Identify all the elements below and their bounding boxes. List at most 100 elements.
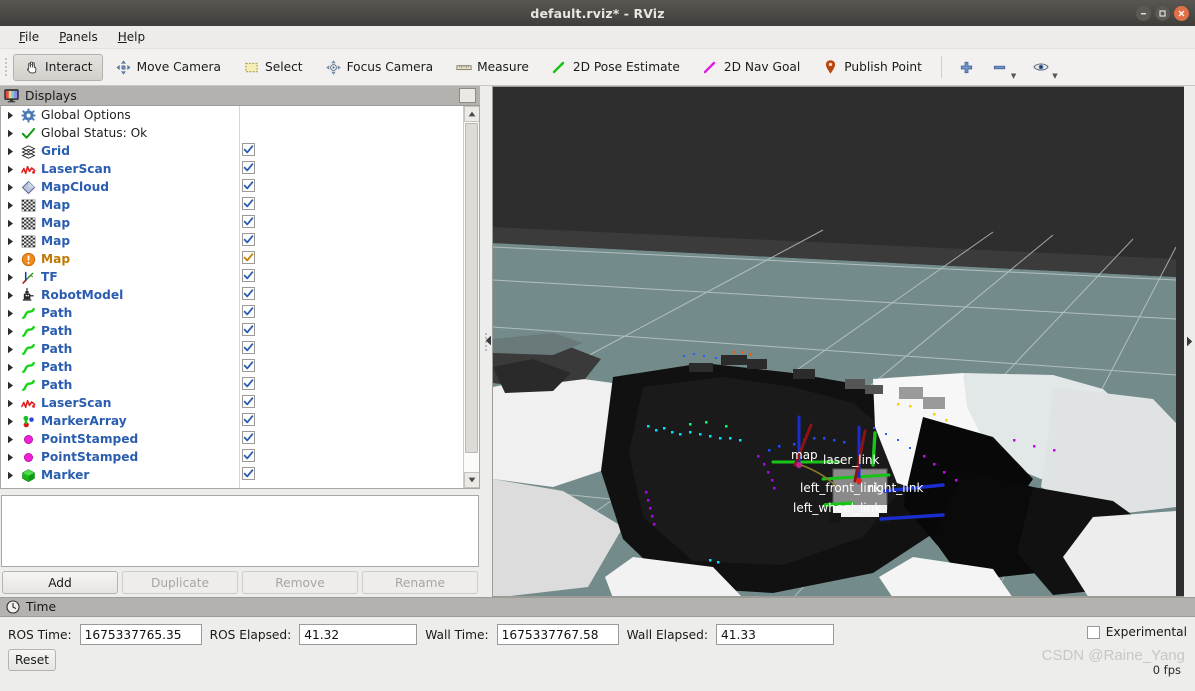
tool-select[interactable]: Select [233,54,313,81]
checkbox-box[interactable] [242,467,255,480]
expand-arrow-icon[interactable] [1,309,19,318]
ros-elapsed-input[interactable]: 41.32 [299,624,418,645]
checkbox-box[interactable] [242,269,255,282]
expand-arrow-icon[interactable] [1,129,19,138]
display-item-grid[interactable]: Grid [1,142,463,160]
checkbox-box[interactable] [242,413,255,426]
expand-arrow-icon[interactable] [1,345,19,354]
expand-arrow-icon[interactable] [1,273,19,282]
display-item-map[interactable]: Map [1,214,463,232]
display-item-checkbox[interactable] [242,215,258,231]
expand-arrow-icon[interactable] [1,183,19,192]
display-item-path[interactable]: Path [1,340,463,358]
display-item-checkbox[interactable] [242,323,258,339]
display-item-checkbox[interactable] [242,251,258,267]
expand-arrow-icon[interactable] [1,453,19,462]
float-panel-button[interactable] [459,88,476,103]
minimize-button[interactable] [1136,5,1151,21]
wall-time-input[interactable]: 1675337767.58 [496,624,619,645]
displays-tree[interactable]: Global Options Global Status: Ok Grid Laser… [1,106,463,488]
expand-arrow-icon[interactable] [1,363,19,372]
display-item-robotmodel[interactable]: RobotModel [1,286,463,304]
display-item-path[interactable]: Path [1,322,463,340]
dock-splitter[interactable] [480,86,492,597]
display-item-global-options[interactable]: Global Options [1,106,463,124]
scrollbar-track[interactable] [463,122,479,472]
display-item-checkbox[interactable] [242,287,258,303]
display-item-path[interactable]: Path [1,304,463,322]
display-item-checkbox[interactable] [242,467,258,483]
display-item-mapcloud[interactable]: MapCloud [1,178,463,196]
checkbox-box[interactable] [242,359,255,372]
display-item-map[interactable]: Map [1,196,463,214]
checkbox-box[interactable] [242,431,255,444]
tool-move-camera[interactable]: Move Camera [105,54,231,81]
tool-2d-pose-estimate[interactable]: 2D Pose Estimate [541,54,690,81]
display-item-checkbox[interactable] [242,449,258,465]
display-item-pointstamped[interactable]: PointStamped [1,448,463,466]
scrollbar-thumb[interactable] [464,123,478,453]
display-item-laserscan[interactable]: LaserScan [1,160,463,178]
property-editor-area[interactable] [1,495,479,567]
ros-time-input[interactable]: 1675337765.35 [79,624,202,645]
display-item-checkbox[interactable] [242,395,258,411]
expand-arrow-icon[interactable] [1,219,19,228]
display-item-global-status-ok[interactable]: Global Status: Ok [1,124,463,142]
expand-arrow-icon[interactable] [1,147,19,156]
add-button[interactable]: Add [2,571,118,594]
tool-measure[interactable]: Measure [445,54,539,81]
tool-views-visibility[interactable]: ▼ [1025,54,1064,81]
checkbox-box[interactable] [242,341,255,354]
tool-remove-view[interactable]: ▼ [984,54,1023,81]
checkbox-box[interactable] [242,287,255,300]
expand-arrow-icon[interactable] [1,327,19,336]
display-item-checkbox[interactable] [242,305,258,321]
display-item-checkbox[interactable] [242,161,258,177]
chevron-down-icon[interactable]: ▼ [1011,72,1016,80]
expand-arrow-icon[interactable] [1,417,19,426]
display-item-tf[interactable]: TF [1,268,463,286]
expand-arrow-icon[interactable] [1,399,19,408]
display-item-checkbox[interactable] [242,269,258,285]
display-item-checkbox[interactable] [242,179,258,195]
expand-arrow-icon[interactable] [1,255,19,264]
display-item-checkbox[interactable] [242,377,258,393]
right-dock-expander[interactable] [1184,86,1195,597]
toolbar-grip[interactable] [2,54,9,80]
display-item-laserscan[interactable]: LaserScan [1,394,463,412]
expand-arrow-icon[interactable] [1,435,19,444]
display-item-checkbox[interactable] [242,359,258,375]
checkbox-box[interactable] [242,377,255,390]
checkbox-box[interactable] [242,323,255,336]
maximize-button[interactable] [1155,5,1170,21]
wall-elapsed-input[interactable]: 41.33 [715,624,834,645]
experimental-toggle[interactable]: Experimental [1086,625,1187,639]
display-item-markerarray[interactable]: MarkerArray [1,412,463,430]
display-item-checkbox[interactable] [242,197,258,213]
checkbox-box[interactable] [242,179,255,192]
tool-publish-point[interactable]: Publish Point [812,54,932,81]
checkbox-box[interactable] [242,215,255,228]
expand-arrow-icon[interactable] [1,237,19,246]
checkbox-box[interactable] [242,197,255,210]
checkbox-box[interactable] [242,449,255,462]
display-item-checkbox[interactable] [242,143,258,159]
expand-arrow-icon[interactable] [1,201,19,210]
3d-render-view[interactable]: map laser_link left_front_link left_wheel_l… [492,86,1184,597]
scroll-down-button[interactable] [463,472,479,488]
close-button[interactable] [1174,5,1189,21]
chevron-down-icon[interactable]: ▼ [1052,72,1057,80]
display-item-checkbox[interactable] [242,233,258,249]
menu-panels[interactable]: Panels [49,28,108,46]
menu-help[interactable]: Help [108,28,155,46]
expand-arrow-icon[interactable] [1,111,19,120]
checkbox-box[interactable] [242,161,255,174]
display-item-path[interactable]: Path [1,358,463,376]
tool-focus-camera[interactable]: Focus Camera [315,54,444,81]
display-item-marker[interactable]: Marker [1,466,463,484]
display-item-map[interactable]: Map [1,232,463,250]
display-item-checkbox[interactable] [242,341,258,357]
checkbox-box[interactable] [242,143,255,156]
experimental-checkbox[interactable] [1086,625,1100,639]
display-item-checkbox[interactable] [242,431,258,447]
